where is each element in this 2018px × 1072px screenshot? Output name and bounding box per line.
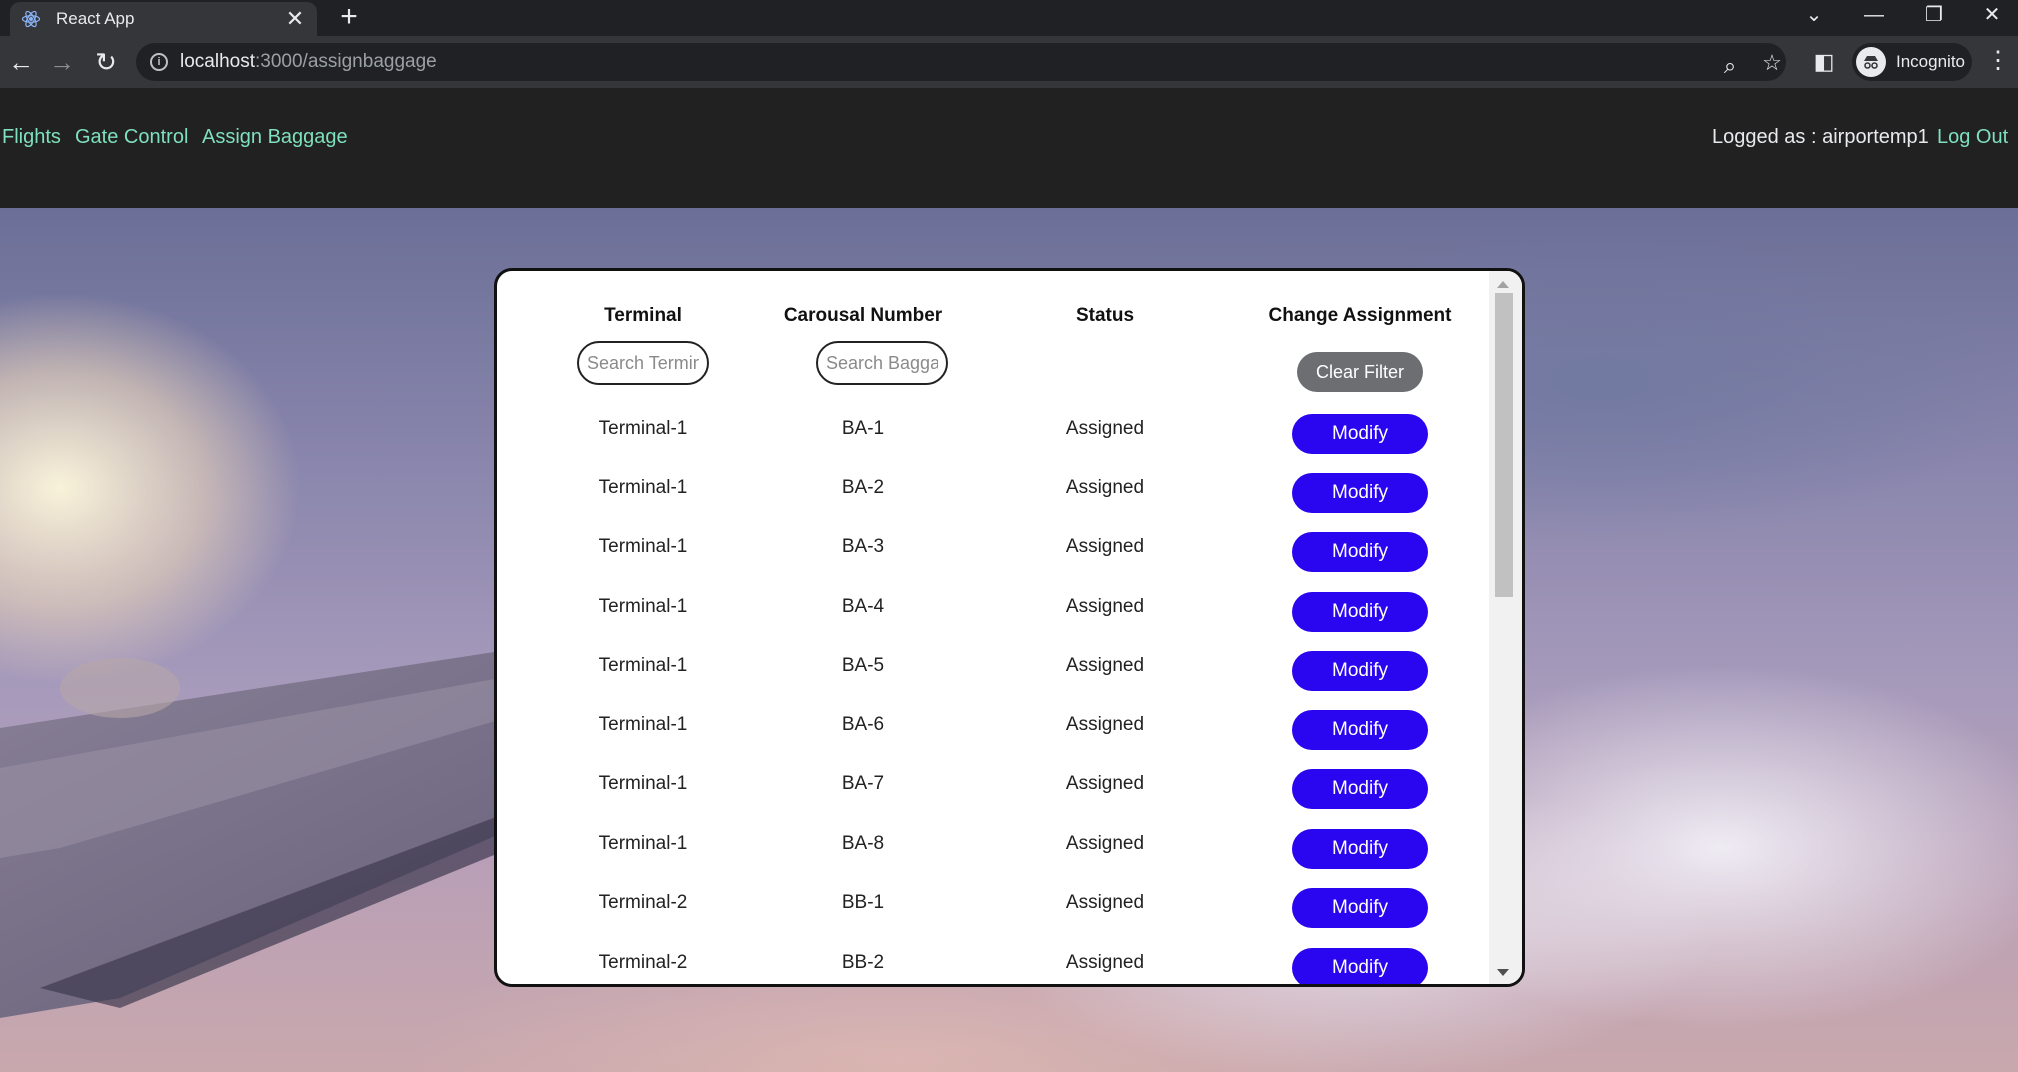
modify-button[interactable]: Modify <box>1292 888 1428 928</box>
table-row: Terminal-1 BA-6 Assigned Modify <box>497 710 1487 757</box>
cell-status: Assigned <box>1065 536 1145 557</box>
table-row: Terminal-1 BA-4 Assigned Modify <box>497 592 1487 639</box>
url-host: localhost <box>180 51 255 72</box>
nav-link-flights[interactable]: Flights <box>2 126 61 149</box>
clear-filter-button[interactable]: Clear Filter <box>1297 352 1423 392</box>
tab-search-icon[interactable]: ⌄ <box>1784 0 1844 32</box>
cell-terminal: Terminal-1 <box>598 655 688 676</box>
scroll-up-icon[interactable] <box>1497 281 1509 288</box>
forward-icon[interactable]: → <box>46 46 78 78</box>
cell-terminal: Terminal-1 <box>598 536 688 557</box>
url-path: :3000/assignbaggage <box>255 51 437 72</box>
cell-carousel-number: BB-1 <box>841 892 885 913</box>
cell-carousel-number: BA-1 <box>841 418 885 439</box>
close-window-icon[interactable]: ✕ <box>1962 0 2018 32</box>
cell-carousel-number: BA-7 <box>841 773 885 794</box>
url-text: localhost:3000/assignbaggage <box>180 51 437 73</box>
cell-status: Assigned <box>1065 596 1145 617</box>
new-tab-icon[interactable]: + <box>335 1 363 33</box>
cell-terminal: Terminal-1 <box>598 714 688 735</box>
cell-carousel-number: BA-4 <box>841 596 885 617</box>
header-change-assignment: Change Assignment <box>1268 305 1452 326</box>
baggage-assignment-card: Terminal Carousal Number Status Change A… <box>494 268 1525 987</box>
browser-toolbar: ← → ↻ i localhost:3000/assignbaggage ⌕ ☆… <box>0 36 2018 88</box>
cell-status: Assigned <box>1065 714 1145 735</box>
cell-terminal: Terminal-1 <box>598 596 688 617</box>
restore-icon[interactable]: ❐ <box>1904 0 1964 32</box>
cell-terminal: Terminal-1 <box>598 477 688 498</box>
modify-button[interactable]: Modify <box>1292 592 1428 632</box>
table-scrollbar[interactable] <box>1489 271 1522 984</box>
cell-carousel-number: BA-6 <box>841 714 885 735</box>
address-bar[interactable]: i localhost:3000/assignbaggage ⌕ ☆ <box>136 43 1786 81</box>
cell-terminal: Terminal-2 <box>598 952 688 973</box>
header-terminal: Terminal <box>604 305 682 326</box>
modify-button[interactable]: Modify <box>1292 769 1428 809</box>
cell-carousel-number: BA-3 <box>841 536 885 557</box>
reload-icon[interactable]: ↻ <box>90 46 122 78</box>
cell-carousel-number: BA-8 <box>841 833 885 854</box>
cell-carousel-number: BA-5 <box>841 655 885 676</box>
table-row: Terminal-1 BA-1 Assigned Modify <box>497 414 1487 461</box>
cell-terminal: Terminal-2 <box>598 892 688 913</box>
cell-status: Assigned <box>1065 655 1145 676</box>
table-row: Terminal-2 BB-1 Assigned Modify <box>497 888 1487 935</box>
zoom-icon[interactable]: ⌕ <box>1716 53 1744 79</box>
browser-tab-strip: React App ✕ + ⌄ — ❐ ✕ <box>0 0 2018 36</box>
table-row: Terminal-1 BA-5 Assigned Modify <box>497 651 1487 698</box>
cell-carousel-number: BB-2 <box>841 952 885 973</box>
cell-status: Assigned <box>1065 773 1145 794</box>
modify-button[interactable]: Modify <box>1292 948 1428 984</box>
header-status: Status <box>1075 305 1135 326</box>
tab-title: React App <box>56 9 135 28</box>
scroll-down-icon[interactable] <box>1497 969 1509 976</box>
incognito-profile-button[interactable]: Incognito <box>1852 43 1972 81</box>
logged-in-user: Logged as : airportemp1 <box>1712 126 1929 148</box>
cell-terminal: Terminal-1 <box>598 773 688 794</box>
back-icon[interactable]: ← <box>5 46 37 78</box>
modify-button[interactable]: Modify <box>1292 532 1428 572</box>
side-panel-icon[interactable]: ◧ <box>1808 46 1840 78</box>
cell-status: Assigned <box>1065 892 1145 913</box>
header-carousal-number: Carousal Number <box>783 305 943 326</box>
scrollbar-thumb[interactable] <box>1495 293 1513 597</box>
table-row: Terminal-1 BA-3 Assigned Modify <box>497 532 1487 579</box>
minimize-icon[interactable]: — <box>1844 0 1904 32</box>
modify-button[interactable]: Modify <box>1292 710 1428 750</box>
modify-button[interactable]: Modify <box>1292 651 1428 691</box>
cell-status: Assigned <box>1065 833 1145 854</box>
browser-tab[interactable]: React App ✕ <box>10 2 317 36</box>
cell-terminal: Terminal-1 <box>598 418 688 439</box>
table-row: Terminal-2 BB-2 Assigned Modify <box>497 948 1487 984</box>
react-logo-icon <box>20 8 42 30</box>
cell-status: Assigned <box>1065 477 1145 498</box>
modify-button[interactable]: Modify <box>1292 829 1428 869</box>
nav-link-gate-control[interactable]: Gate Control <box>75 126 188 149</box>
logout-link[interactable]: Log Out <box>1937 126 2008 149</box>
search-baggage-input[interactable] <box>816 341 948 385</box>
cell-carousel-number: BA-2 <box>841 477 885 498</box>
table-row: Terminal-1 BA-7 Assigned Modify <box>497 769 1487 816</box>
cell-status: Assigned <box>1065 418 1145 439</box>
more-menu-icon[interactable]: ⋮ <box>1986 46 2010 75</box>
bookmark-star-icon[interactable]: ☆ <box>1758 50 1786 76</box>
modify-button[interactable]: Modify <box>1292 414 1428 454</box>
table-row: Terminal-1 BA-8 Assigned Modify <box>497 829 1487 876</box>
incognito-icon <box>1856 47 1886 77</box>
modify-button[interactable]: Modify <box>1292 473 1428 513</box>
close-tab-icon[interactable]: ✕ <box>283 6 307 32</box>
profile-label: Incognito <box>1896 52 1965 71</box>
cell-status: Assigned <box>1065 952 1145 973</box>
table-row: Terminal-1 BA-2 Assigned Modify <box>497 473 1487 520</box>
app-navbar: Flights Gate Control Assign Baggage Logg… <box>0 88 2018 208</box>
nav-link-assign-baggage[interactable]: Assign Baggage <box>202 126 348 149</box>
site-info-icon[interactable]: i <box>150 53 168 71</box>
search-terminal-input[interactable] <box>577 341 709 385</box>
baggage-table: Terminal Carousal Number Status Change A… <box>497 271 1487 984</box>
cell-terminal: Terminal-1 <box>598 833 688 854</box>
